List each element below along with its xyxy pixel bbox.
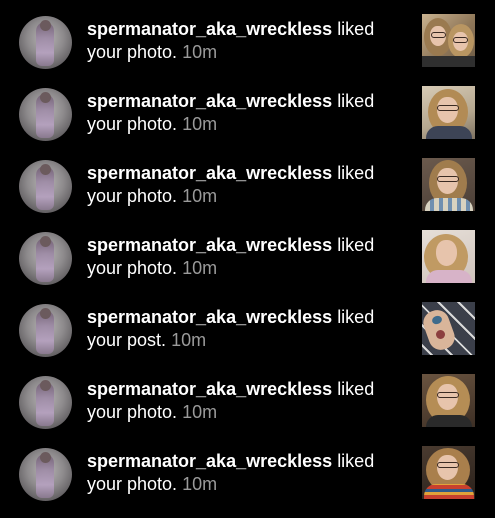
post-thumbnail[interactable] <box>422 302 475 355</box>
notification-text: spermanator_aka_wreckless liked your pho… <box>87 378 407 424</box>
activity-feed: spermanator_aka_wreckless liked your pho… <box>0 0 495 512</box>
notification-row[interactable]: spermanator_aka_wreckless liked your pho… <box>0 14 495 86</box>
notification-row[interactable]: spermanator_aka_wreckless liked your pho… <box>0 158 495 230</box>
timestamp: 10m <box>182 402 218 422</box>
timestamp: 10m <box>182 474 218 494</box>
notification-text: spermanator_aka_wreckless liked your pho… <box>87 162 407 208</box>
post-thumbnail[interactable] <box>422 14 475 67</box>
notification-text: spermanator_aka_wreckless liked your pho… <box>87 90 407 136</box>
timestamp: 10m <box>182 114 218 134</box>
notification-text: spermanator_aka_wreckless liked your pos… <box>87 306 407 352</box>
user-avatar[interactable] <box>19 16 72 69</box>
user-avatar[interactable] <box>19 448 72 501</box>
username[interactable]: spermanator_aka_wreckless <box>87 19 332 39</box>
user-avatar[interactable] <box>19 376 72 429</box>
user-avatar[interactable] <box>19 160 72 213</box>
post-thumbnail[interactable] <box>422 158 475 211</box>
post-thumbnail[interactable] <box>422 86 475 139</box>
notification-text: spermanator_aka_wreckless liked your pho… <box>87 234 407 280</box>
notification-row[interactable]: spermanator_aka_wreckless liked your pos… <box>0 302 495 374</box>
timestamp: 10m <box>182 258 218 278</box>
notification-text: spermanator_aka_wreckless liked your pho… <box>87 18 407 64</box>
timestamp: 10m <box>171 330 207 350</box>
user-avatar[interactable] <box>19 88 72 141</box>
timestamp: 10m <box>182 186 218 206</box>
username[interactable]: spermanator_aka_wreckless <box>87 163 332 183</box>
user-avatar[interactable] <box>19 304 72 357</box>
notification-row[interactable]: spermanator_aka_wreckless liked your pho… <box>0 446 495 518</box>
notification-row[interactable]: spermanator_aka_wreckless liked your pho… <box>0 374 495 446</box>
username[interactable]: spermanator_aka_wreckless <box>87 235 332 255</box>
notification-row[interactable]: spermanator_aka_wreckless liked your pho… <box>0 230 495 302</box>
username[interactable]: spermanator_aka_wreckless <box>87 307 332 327</box>
post-thumbnail[interactable] <box>422 374 475 427</box>
username[interactable]: spermanator_aka_wreckless <box>87 451 332 471</box>
notification-row[interactable]: spermanator_aka_wreckless liked your pho… <box>0 86 495 158</box>
notification-text: spermanator_aka_wreckless liked your pho… <box>87 450 407 496</box>
post-thumbnail[interactable] <box>422 230 475 283</box>
timestamp: 10m <box>182 42 218 62</box>
user-avatar[interactable] <box>19 232 72 285</box>
post-thumbnail[interactable] <box>422 446 475 499</box>
username[interactable]: spermanator_aka_wreckless <box>87 379 332 399</box>
username[interactable]: spermanator_aka_wreckless <box>87 91 332 111</box>
